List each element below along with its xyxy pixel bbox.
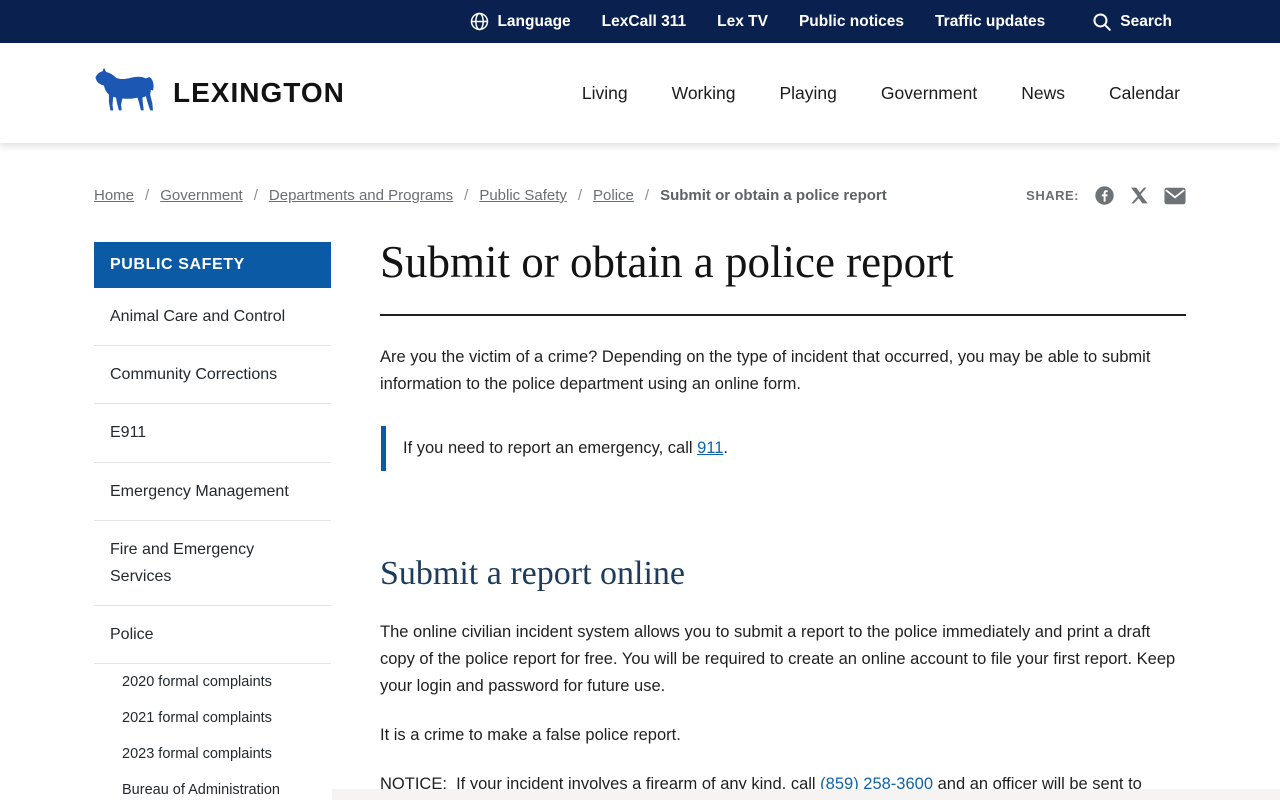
- utility-bar: Language LexCall 311 Lex TV Public notic…: [0, 0, 1280, 43]
- site-header: LEXINGTON Living Working Playing Governm…: [0, 43, 1280, 143]
- lexcall-311-label: LexCall 311: [601, 12, 687, 30]
- page-title: Submit or obtain a police report: [380, 237, 954, 287]
- email-icon[interactable]: [1164, 187, 1186, 205]
- x-icon[interactable]: [1130, 186, 1149, 205]
- brand-wordmark: LEXINGTON: [173, 77, 345, 108]
- search-icon: [1092, 12, 1112, 32]
- lex-tv-label: Lex TV: [717, 12, 768, 30]
- globe-icon: [470, 12, 489, 31]
- section-sidebar: PUBLIC SAFETY Animal Care and Control Co…: [94, 242, 331, 800]
- nav-news[interactable]: News: [1021, 83, 1065, 104]
- breadcrumb-public-safety[interactable]: Public Safety: [479, 187, 567, 204]
- sidebar-subitem-2023-complaints[interactable]: 2023 formal complaints: [94, 736, 331, 772]
- content-area: PUBLIC SAFETY Animal Care and Control Co…: [94, 237, 1186, 800]
- traffic-updates-link[interactable]: Traffic updates: [935, 13, 1045, 31]
- emergency-text-suffix: .: [723, 439, 729, 458]
- breadcrumb: Home / Government / Departments and Prog…: [94, 185, 1186, 206]
- search-label: Search: [1120, 12, 1172, 30]
- false-report-paragraph: It is a crime to make a false police rep…: [380, 726, 681, 745]
- call-911-link[interactable]: 911: [697, 439, 723, 457]
- breadcrumb-separator: /: [253, 187, 258, 204]
- search-button[interactable]: Search: [1092, 12, 1172, 32]
- title-divider: [380, 314, 1186, 316]
- online-system-paragraph: The online civilian incident system allo…: [380, 623, 1176, 696]
- breadcrumb-departments[interactable]: Departments and Programs: [269, 187, 453, 204]
- breadcrumb-separator: /: [464, 187, 469, 204]
- nav-playing[interactable]: Playing: [780, 83, 837, 104]
- sidebar-item-animal-care[interactable]: Animal Care and Control: [94, 288, 331, 347]
- sidebar-title-public-safety[interactable]: PUBLIC SAFETY: [94, 242, 331, 288]
- breadcrumb-separator: /: [145, 187, 150, 204]
- facebook-icon[interactable]: [1094, 185, 1115, 206]
- page-bottom-strip: [332, 789, 1280, 800]
- breadcrumb-police[interactable]: Police: [593, 187, 634, 204]
- primary-nav: Living Working Playing Government News C…: [582, 83, 1180, 104]
- main-article: Submit or obtain a police report Are you…: [380, 237, 1186, 800]
- breadcrumb-separator: /: [577, 187, 583, 204]
- sidebar-subitem-2020-complaints[interactable]: 2020 formal complaints: [94, 664, 331, 700]
- sidebar-subitem-2021-complaints[interactable]: 2021 formal complaints: [94, 700, 331, 736]
- language-label: Language: [497, 12, 571, 30]
- sidebar-item-community-corrections[interactable]: Community Corrections: [94, 346, 331, 405]
- sidebar-item-police[interactable]: Police: [94, 606, 331, 665]
- emergency-text-prefix: If you need to report an emergency, call: [403, 439, 698, 458]
- nav-working[interactable]: Working: [672, 83, 736, 104]
- section-title-submit-online: Submit a report online: [380, 555, 686, 593]
- sidebar-item-fire-emergency-services[interactable]: Fire and Emergency Services: [94, 521, 331, 607]
- emergency-callout: If you need to report an emergency, call…: [381, 426, 1186, 472]
- lexcall-311-link[interactable]: LexCall 311: [602, 13, 686, 31]
- share-bar: SHARE:: [1026, 185, 1186, 206]
- home-logo-link[interactable]: LEXINGTON: [94, 67, 345, 119]
- breadcrumb-home[interactable]: Home: [94, 187, 134, 204]
- language-button[interactable]: Language: [470, 12, 571, 31]
- public-notices-label: Public notices: [798, 12, 905, 30]
- share-label: SHARE:: [1026, 188, 1079, 203]
- nav-living[interactable]: Living: [582, 83, 628, 104]
- breadcrumb-government[interactable]: Government: [160, 187, 243, 204]
- intro-paragraph: Are you the victim of a crime? Depending…: [380, 348, 1151, 394]
- nav-calendar[interactable]: Calendar: [1109, 83, 1180, 104]
- breadcrumb-current-page: Submit or obtain a police report: [660, 187, 887, 204]
- traffic-updates-label: Traffic updates: [935, 12, 1046, 30]
- emergency-callout-text: If you need to report an emergency, call…: [403, 435, 1186, 462]
- breadcrumb-separator: /: [644, 187, 650, 204]
- sidebar-subitem-bureau-administration[interactable]: Bureau of Administration: [94, 772, 331, 800]
- sidebar-item-e911[interactable]: E911: [94, 404, 331, 463]
- sidebar-item-emergency-management[interactable]: Emergency Management: [94, 463, 331, 521]
- horse-logo-icon: [94, 67, 158, 119]
- public-notices-link[interactable]: Public notices: [799, 13, 904, 31]
- nav-government[interactable]: Government: [881, 83, 977, 104]
- lex-tv-link[interactable]: Lex TV: [717, 13, 768, 31]
